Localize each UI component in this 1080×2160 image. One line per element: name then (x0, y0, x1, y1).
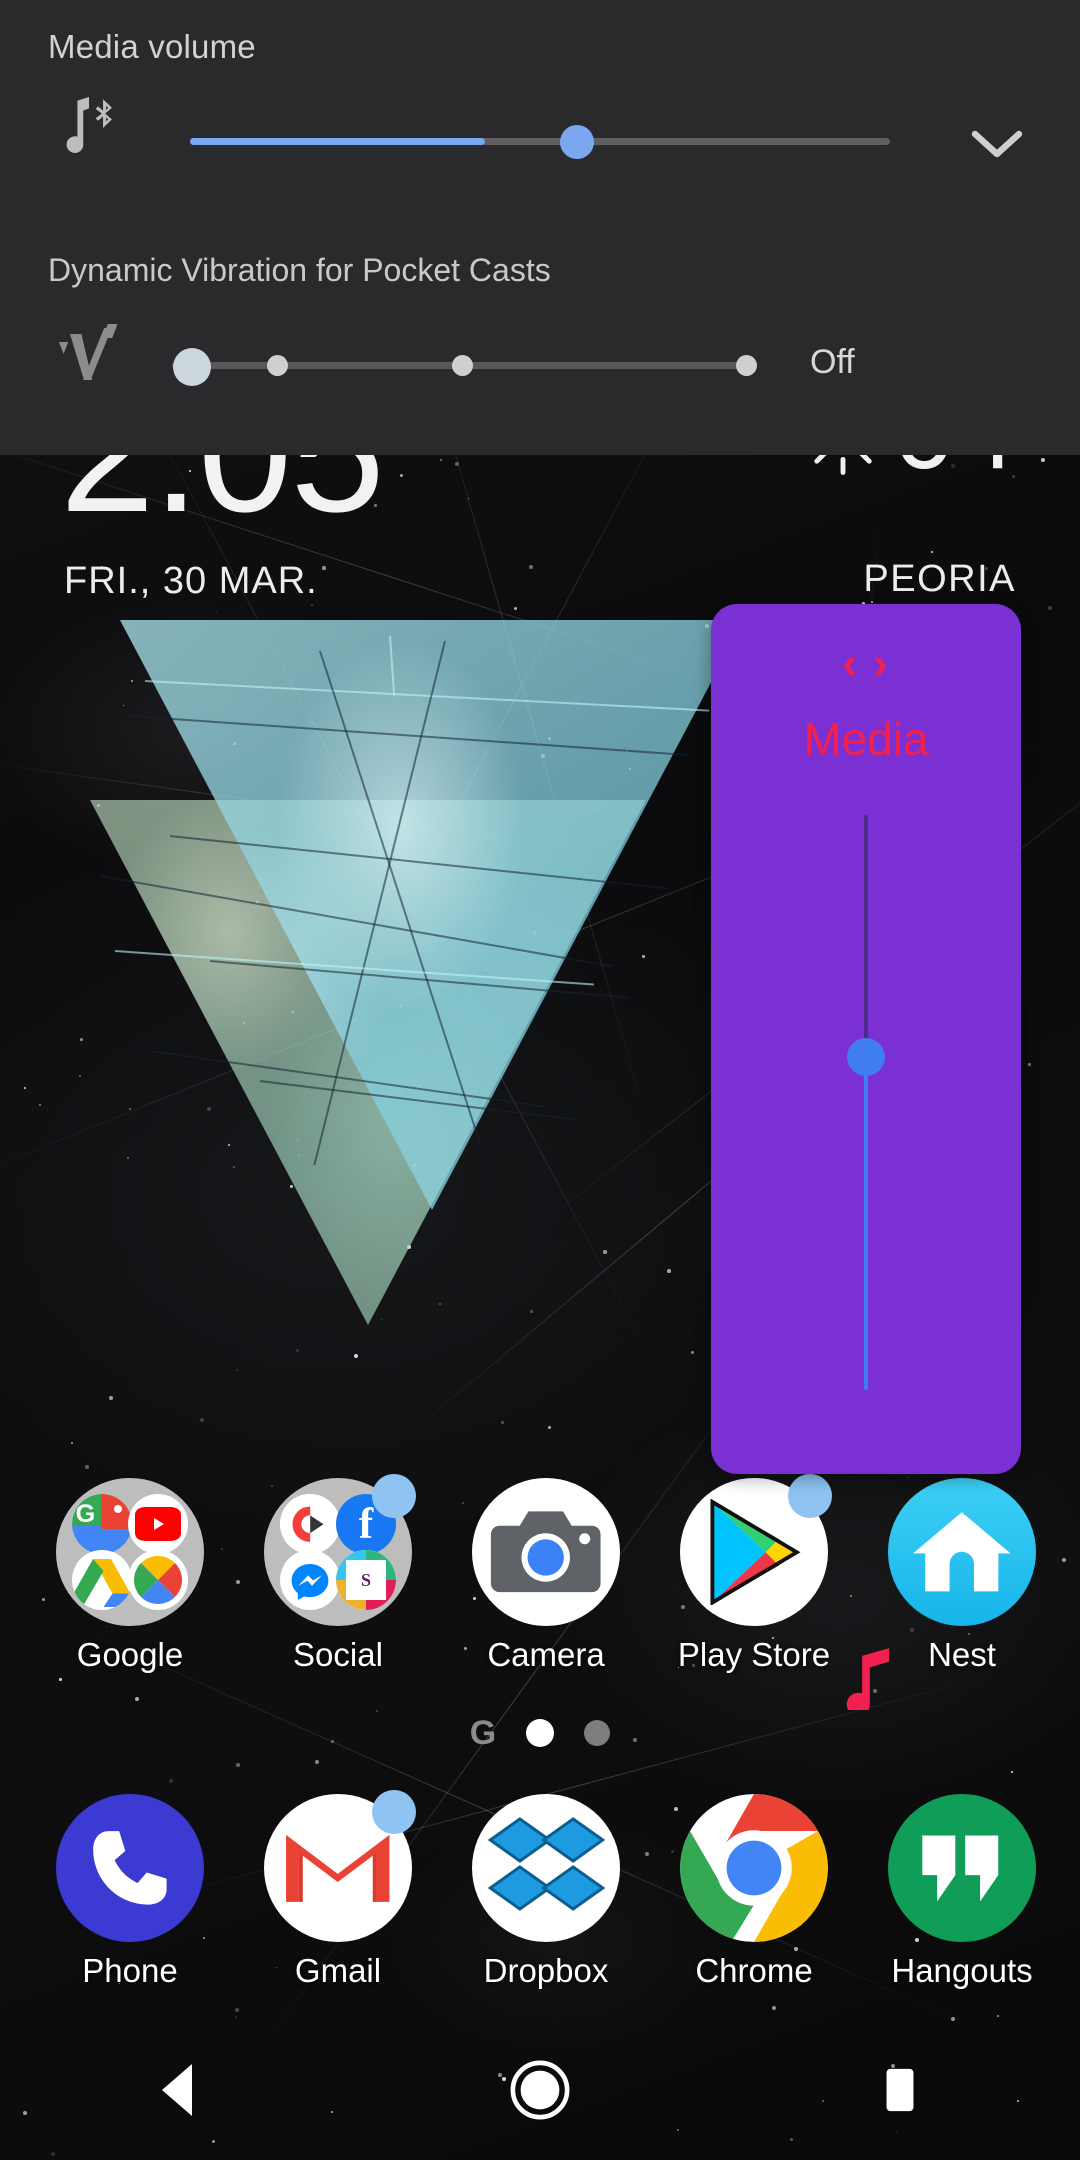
app-label: Dropbox (438, 1952, 654, 1990)
widget-nav-arrows[interactable]: ‹ › (711, 642, 1021, 686)
maps-icon: G (72, 1494, 132, 1554)
app-label: Google (22, 1636, 238, 1674)
app-icon[interactable]: f S (264, 1478, 412, 1626)
app-cell-play-store[interactable]: Play Store (646, 1478, 862, 1708)
navigation-bar (0, 2020, 1080, 2160)
app-cell-hangouts[interactable]: Hangouts (854, 1794, 1070, 2024)
app-cell-google[interactable]: G Google (22, 1478, 238, 1708)
youtube-icon (128, 1494, 188, 1554)
nest-icon (888, 1478, 1036, 1626)
phone-icon (56, 1794, 204, 1942)
widget-stream-label: Media (711, 716, 1021, 762)
media-volume-title: Media volume (48, 28, 256, 66)
home-icon (509, 2059, 571, 2121)
app-icon[interactable] (56, 1794, 204, 1942)
slack-icon: S (336, 1550, 396, 1610)
app-icon[interactable] (888, 1794, 1036, 1942)
home-app-row-top: G Google f S Social Camera Play Store Ne… (0, 1478, 1080, 1708)
hangouts-icon (888, 1794, 1036, 1942)
app-icon[interactable] (472, 1478, 620, 1626)
app-label: Gmail (230, 1952, 446, 1990)
app-label: Hangouts (854, 1952, 1070, 1990)
app-label: Chrome (646, 1952, 862, 1990)
app-label: Camera (438, 1636, 654, 1674)
app-icon[interactable] (472, 1794, 620, 1942)
app-icon[interactable] (888, 1478, 1036, 1626)
notification-badge (788, 1474, 832, 1518)
chrome-icon (680, 1794, 828, 1942)
pocket-casts-icon (280, 1494, 340, 1554)
widget-slider-fill (864, 1046, 868, 1390)
notification-badge (372, 1474, 416, 1518)
vibration-state-label: Off (810, 343, 855, 382)
app-label: Social (230, 1636, 446, 1674)
widget-slider-thumb[interactable] (847, 1038, 885, 1076)
page-dot-inactive[interactable] (584, 1720, 610, 1746)
clock-city[interactable]: PEORIA (863, 558, 1016, 601)
app-cell-social[interactable]: f S Social (230, 1478, 446, 1708)
chevron-down-icon[interactable] (968, 124, 1026, 164)
photos-icon (128, 1550, 188, 1610)
recents-icon (875, 2063, 925, 2117)
recents-button[interactable] (820, 2020, 980, 2160)
media-volume-thumb[interactable] (560, 125, 594, 159)
vibration-tick-1[interactable] (267, 355, 288, 376)
google-feed-indicator[interactable]: G (470, 1716, 496, 1750)
app-cell-camera[interactable]: Camera (438, 1478, 654, 1708)
android-home-screen: 2:05 FRI., 30 MAR. 04 PEORIA ‹ › Media (0, 0, 1080, 2160)
app-cell-gmail[interactable]: Gmail (230, 1794, 446, 2024)
volume-control-panel: Media volume Dynamic Vibration for Pocke… (0, 0, 1080, 455)
wallpaper-triangles (90, 620, 750, 1500)
vibration-slider-thumb[interactable] (173, 348, 211, 386)
app-icon[interactable] (680, 1794, 828, 1942)
home-app-row-dock: Phone Gmail Dropbox Chrome Hangouts (0, 1794, 1080, 2024)
app-label: Phone (22, 1952, 238, 1990)
app-icon[interactable] (264, 1794, 412, 1942)
dropbox-icon (472, 1794, 620, 1942)
camera-icon (472, 1478, 620, 1626)
clock-widget[interactable]: 2:05 FRI., 30 MAR. 04 PEORIA (0, 440, 1080, 580)
app-cell-chrome[interactable]: Chrome (646, 1794, 862, 2024)
home-button[interactable] (460, 2020, 620, 2160)
media-volume-widget[interactable]: ‹ › Media (711, 604, 1021, 1474)
page-indicator[interactable]: G (0, 1710, 1080, 1756)
app-icon[interactable] (680, 1478, 828, 1626)
app-label: Play Store (646, 1636, 862, 1674)
app-cell-dropbox[interactable]: Dropbox (438, 1794, 654, 2024)
page-dot-active[interactable] (526, 1719, 554, 1747)
back-button[interactable] (100, 2020, 260, 2160)
dynamic-vibration-icon (55, 322, 125, 384)
vibration-tick-3[interactable] (736, 355, 757, 376)
music-note-icon[interactable] (839, 1648, 893, 1710)
back-icon (152, 2060, 208, 2120)
clock-date[interactable]: FRI., 30 MAR. (64, 560, 318, 603)
notification-badge (372, 1790, 416, 1834)
drive-icon (72, 1550, 132, 1610)
media-volume-fill (190, 138, 485, 145)
app-cell-phone[interactable]: Phone (22, 1794, 238, 2024)
app-icon[interactable]: G (56, 1478, 204, 1626)
dynamic-vibration-title: Dynamic Vibration for Pocket Casts (48, 252, 551, 289)
vibration-tick-2[interactable] (452, 355, 473, 376)
messenger-icon (280, 1550, 340, 1610)
music-note-bluetooth-icon (58, 92, 124, 160)
